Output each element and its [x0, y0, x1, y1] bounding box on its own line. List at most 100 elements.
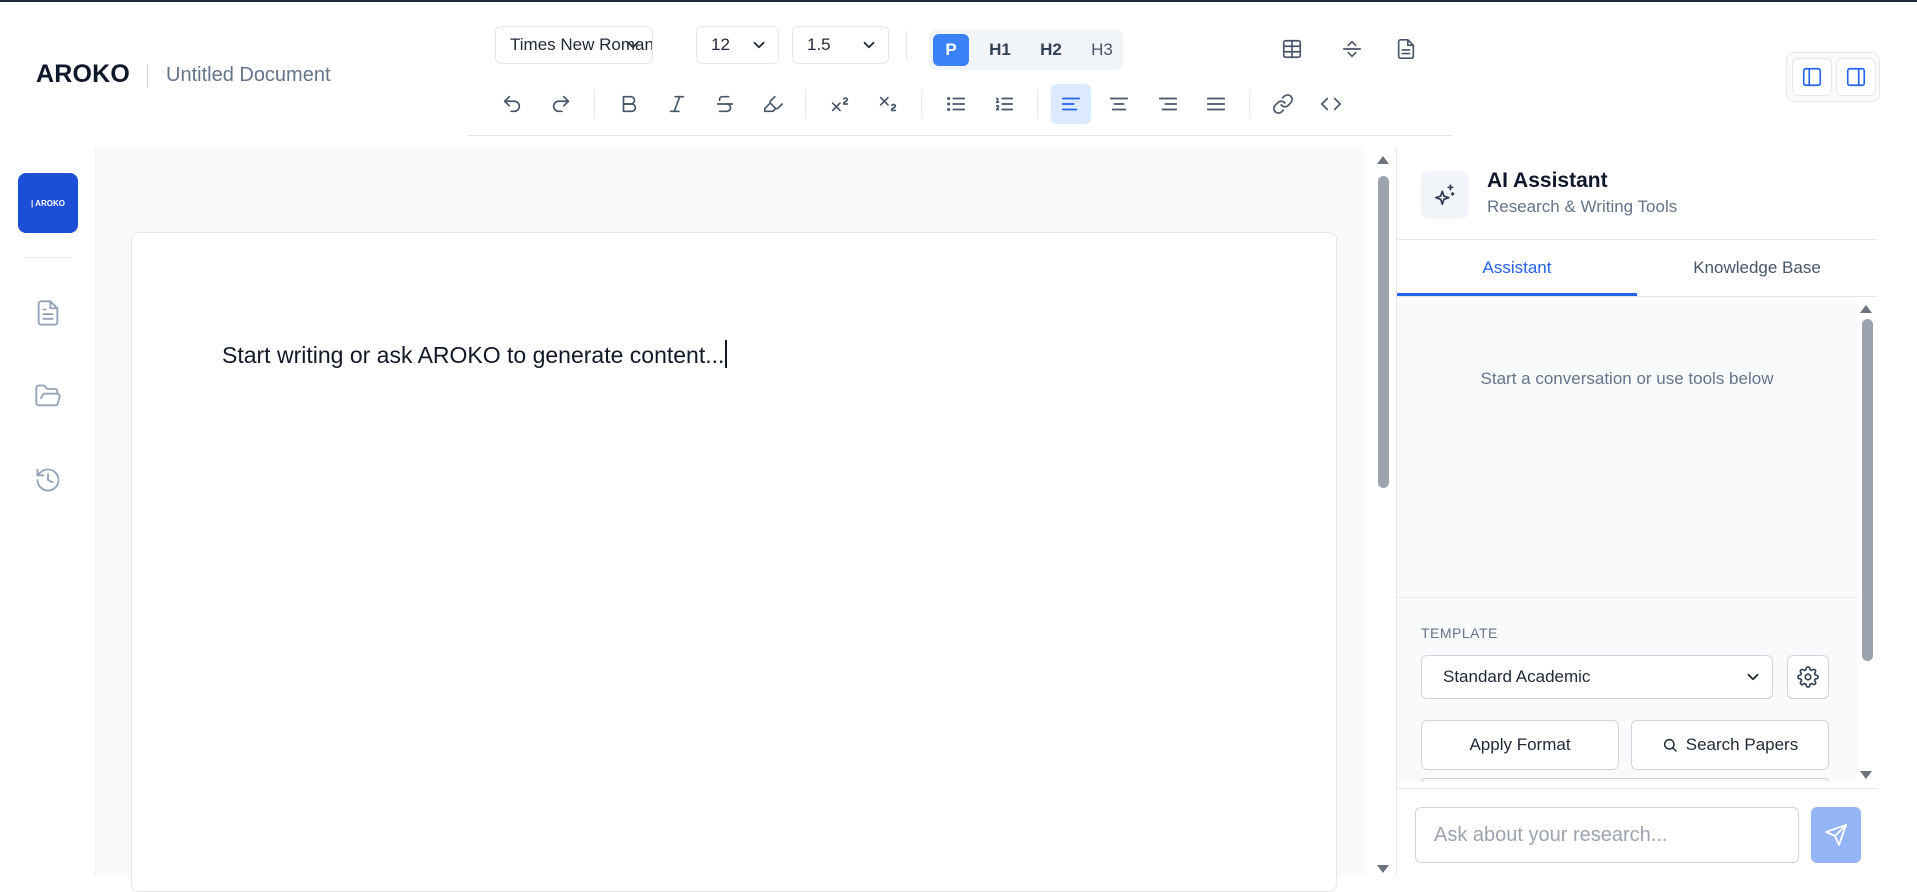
align-right-button[interactable]: [1148, 84, 1188, 124]
search-icon: [1663, 738, 1677, 752]
strikethrough-button[interactable]: [705, 84, 745, 124]
paragraph-button[interactable]: P: [933, 34, 969, 66]
insert-link-button[interactable]: [1263, 84, 1303, 124]
apply-format-label: Apply Format: [1469, 735, 1571, 754]
search-papers-label: Search Papers: [1685, 735, 1799, 754]
brand-name: AROKO: [36, 60, 131, 88]
italic-icon: [669, 95, 685, 113]
italic-button[interactable]: [657, 84, 697, 124]
next-tool-button-partial[interactable]: [1421, 778, 1829, 782]
editor-placeholder: Start writing or ask AROKO to generate c…: [222, 342, 725, 368]
block-type-group: P H1 H2 H3: [929, 30, 1123, 70]
panel-scrollbar[interactable]: [1857, 297, 1877, 781]
toggle-right-panel-button[interactable]: [1836, 58, 1876, 96]
insert-table-button[interactable]: [1272, 29, 1312, 69]
code-icon: [1321, 97, 1341, 111]
align-left-icon: [1061, 97, 1081, 111]
redo-button[interactable]: [541, 84, 581, 124]
heading-3-button[interactable]: H3: [1084, 34, 1120, 66]
scroll-up-arrow[interactable]: [1377, 156, 1389, 164]
right-panel-icon: [1846, 67, 1866, 87]
align-justify-button[interactable]: [1196, 84, 1236, 124]
toolbar-divider: [1249, 90, 1250, 118]
document-title[interactable]: Untitled Document: [166, 64, 331, 87]
link-icon: [1273, 94, 1293, 114]
scrollbar-thumb[interactable]: [1862, 319, 1873, 661]
gear-icon: [1797, 666, 1819, 688]
text-caret: [725, 340, 728, 368]
toolbar-divider: [1037, 90, 1038, 118]
scroll-down-arrow[interactable]: [1377, 865, 1389, 873]
left-panel-icon: [1802, 67, 1822, 87]
toolbar-divider: [594, 90, 595, 118]
chevron-down-icon: [1747, 673, 1759, 681]
heading-1-button[interactable]: H1: [982, 34, 1018, 66]
template-select[interactable]: Standard Academic: [1421, 655, 1773, 699]
superscript-icon: [831, 97, 849, 112]
bold-button[interactable]: [609, 84, 649, 124]
scroll-down-arrow[interactable]: [1860, 771, 1872, 779]
folder-open-icon: [35, 384, 61, 407]
editor-scrollbar[interactable]: [1374, 148, 1392, 875]
left-sidebar: | AROKO: [0, 148, 96, 875]
scrollbar-thumb[interactable]: [1378, 176, 1389, 488]
toolbar-divider: [805, 90, 806, 118]
app-logo[interactable]: | AROKO: [18, 173, 78, 233]
history-icon: [36, 468, 60, 492]
chat-empty-state: Start a conversation or use tools below: [1480, 369, 1774, 388]
sidebar-item-files[interactable]: [28, 376, 68, 416]
numbered-list-button[interactable]: [984, 84, 1024, 124]
align-center-button[interactable]: [1099, 84, 1139, 124]
align-left-button[interactable]: [1051, 84, 1091, 124]
sparkles-icon: [1421, 171, 1469, 219]
tools-section: TEMPLATE Standard Academic Apply Format …: [1397, 597, 1857, 782]
assistant-title: AI Assistant: [1487, 169, 1608, 192]
apply-format-button[interactable]: Apply Format: [1421, 720, 1619, 770]
font-size-select[interactable]: 12: [696, 26, 779, 64]
formatting-toolbar: Times New Roman 12 1.5 P H1 H2 H3: [468, 4, 1452, 136]
chevron-down-icon: [627, 41, 639, 49]
template-label: TEMPLATE: [1421, 625, 1498, 641]
table-icon: [1282, 39, 1302, 59]
split-vertical-icon: [1342, 40, 1362, 58]
document-settings-button[interactable]: [1386, 29, 1426, 69]
align-center-icon: [1109, 97, 1129, 111]
toolbar-divider: [921, 90, 922, 118]
chevron-down-icon: [863, 41, 875, 49]
heading-2-button[interactable]: H2: [1033, 34, 1069, 66]
numbered-list-icon: [995, 97, 1014, 111]
panel-toggle-group: [1786, 52, 1880, 102]
ask-input[interactable]: [1415, 807, 1799, 863]
superscript-button[interactable]: [820, 84, 860, 124]
document-page[interactable]: Start writing or ask AROKO to generate c…: [131, 232, 1337, 892]
toggle-left-panel-button[interactable]: [1792, 58, 1832, 96]
scroll-up-arrow[interactable]: [1860, 305, 1872, 313]
line-height-select[interactable]: 1.5: [792, 26, 889, 64]
page-break-button[interactable]: [1332, 29, 1372, 69]
chat-history: [1397, 297, 1857, 597]
bullet-list-icon: [947, 96, 966, 112]
redo-icon: [552, 95, 570, 113]
subscript-button[interactable]: [868, 84, 908, 124]
code-button[interactable]: [1311, 84, 1351, 124]
send-button[interactable]: [1811, 807, 1861, 863]
sidebar-item-document[interactable]: [28, 293, 68, 333]
align-justify-icon: [1206, 97, 1226, 111]
tab-knowledge-base[interactable]: Knowledge Base: [1637, 240, 1877, 296]
tab-assistant[interactable]: Assistant: [1397, 240, 1637, 296]
font-size-value: 12: [711, 35, 730, 54]
template-settings-button[interactable]: [1787, 655, 1829, 699]
app-header: AROKO Untitled Document Times New Roman …: [0, 2, 1917, 148]
search-papers-button[interactable]: Search Papers: [1631, 720, 1829, 770]
chevron-down-icon: [753, 41, 765, 49]
line-height-value: 1.5: [807, 35, 831, 54]
sidebar-divider: [24, 257, 72, 258]
highlight-button[interactable]: [753, 84, 793, 124]
sidebar-item-history[interactable]: [28, 460, 68, 500]
undo-icon: [503, 95, 521, 113]
bullet-list-button[interactable]: [936, 84, 976, 124]
undo-button[interactable]: [492, 84, 532, 124]
font-family-select[interactable]: Times New Roman: [495, 26, 653, 64]
editor-content[interactable]: Start writing or ask AROKO to generate c…: [222, 340, 728, 369]
document-icon: [37, 300, 59, 326]
